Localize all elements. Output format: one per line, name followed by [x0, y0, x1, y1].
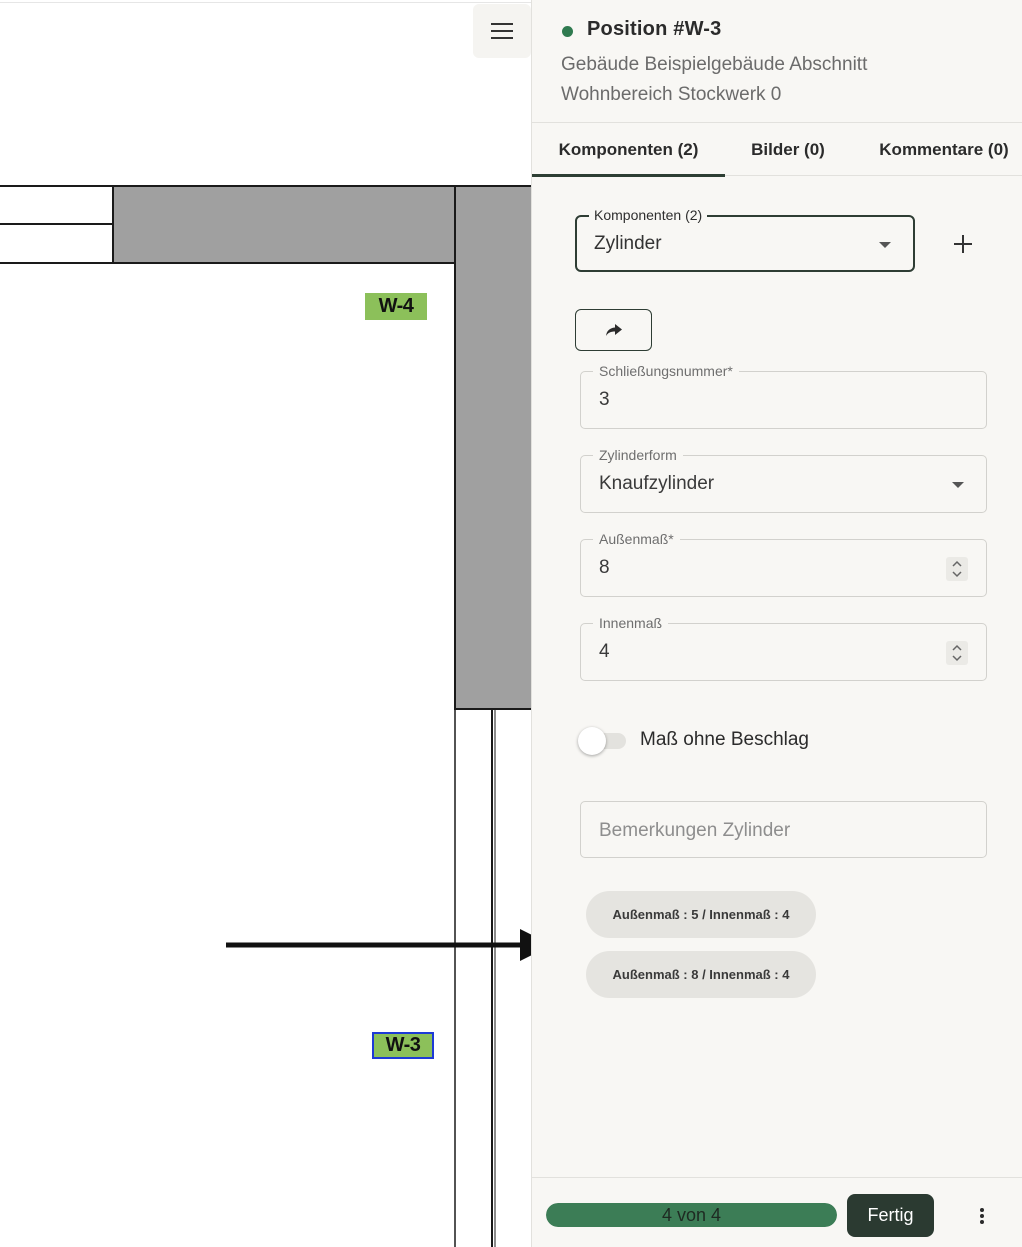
- field-value: 4: [599, 641, 610, 662]
- component-select[interactable]: Komponenten (2) Zylinder: [575, 206, 915, 272]
- progress-text: 4 von 4: [661, 1205, 722, 1225]
- plus-icon: [954, 235, 972, 253]
- tab-label: Kommentare (0): [879, 140, 1009, 159]
- active-tab-indicator: [532, 174, 725, 177]
- panel-header: Position #W-3 Gebäude Beispielgebäude Ab…: [532, 0, 1022, 123]
- mass-ohne-beschlag-row: Maß ohne Beschlag: [578, 725, 878, 757]
- field-value: Knaufzylinder: [599, 473, 715, 494]
- plan-room-outline: [0, 185, 114, 225]
- field-label: Außenmaß*: [593, 530, 680, 548]
- tab-label: Komponenten (2): [558, 140, 699, 159]
- tab-label: Bilder (0): [751, 140, 825, 159]
- number-stepper[interactable]: [946, 557, 968, 581]
- input-placeholder: Bemerkungen Zylinder: [599, 820, 791, 841]
- field-label: Schließungsnummer*: [593, 362, 739, 380]
- field-label: Innenmaß: [593, 614, 669, 632]
- field-value: 3: [599, 389, 610, 410]
- component-select-label: Komponenten (2): [589, 206, 708, 224]
- position-title: Position #W-3: [587, 18, 722, 40]
- plan-room-outline: [0, 223, 114, 264]
- floor-plan-canvas[interactable]: W-4 W-3: [0, 0, 531, 1247]
- tab-komponenten[interactable]: Komponenten (2): [532, 124, 725, 177]
- more-options-button[interactable]: [968, 1200, 996, 1232]
- tab-bilder[interactable]: Bilder (0): [738, 124, 838, 176]
- share-button[interactable]: [575, 309, 652, 351]
- hamburger-icon: [491, 23, 513, 39]
- floor-plan-drawing: [0, 185, 531, 1247]
- add-component-button[interactable]: [947, 228, 979, 260]
- field-label: Zylinderform: [593, 446, 683, 464]
- status-dot-icon: [562, 26, 573, 37]
- field-value: 8: [599, 557, 610, 578]
- bemerkungen-input[interactable]: Bemerkungen Zylinder: [580, 801, 987, 858]
- tab-bar: Komponenten (2) Bilder (0) Kommentare (0…: [532, 124, 1022, 177]
- position-location: Gebäude Beispielgebäude Abschnitt Wohnbe…: [561, 54, 868, 105]
- component-select-value: Zylinder: [594, 233, 662, 254]
- chevron-down-icon: [952, 482, 964, 488]
- share-arrow-icon: [605, 324, 622, 336]
- toggle-label: Maß ohne Beschlag: [640, 729, 809, 750]
- menu-button[interactable]: [473, 4, 531, 58]
- stepper-arrows-icon: [952, 644, 962, 662]
- more-vertical-icon: [980, 1208, 984, 1224]
- fertig-button[interactable]: Fertig: [847, 1194, 934, 1237]
- number-stepper[interactable]: [946, 641, 968, 665]
- stepper-arrows-icon: [952, 560, 962, 578]
- aussenmass-field[interactable]: Außenmaß* 8: [580, 530, 987, 597]
- pointer-arrow-head: [520, 929, 531, 961]
- toggle-knob[interactable]: [578, 727, 606, 755]
- suggestion-chip[interactable]: Außenmaß : 8 / Innenmaß : 4: [586, 951, 816, 998]
- plan-wall: [454, 185, 531, 710]
- zylinderform-select[interactable]: Zylinderform Knaufzylinder: [580, 446, 987, 513]
- room-label-w3-selected[interactable]: W-3: [372, 1032, 434, 1059]
- chevron-down-icon: [879, 242, 891, 248]
- panel-footer: 4 von 4 Fertig: [532, 1177, 1022, 1247]
- suggestion-chip[interactable]: Außenmaß : 5 / Innenmaß : 4: [586, 891, 816, 938]
- progress-bar: 4 von 4: [546, 1203, 837, 1227]
- plan-wall: [112, 185, 457, 264]
- innenmass-field[interactable]: Innenmaß 4: [580, 614, 987, 681]
- room-label-w4[interactable]: W-4: [365, 293, 427, 320]
- tab-kommentare[interactable]: Kommentare (0): [865, 124, 1022, 176]
- schliessungsnummer-field[interactable]: Schließungsnummer* 3: [580, 362, 987, 429]
- position-detail-panel: Position #W-3 Gebäude Beispielgebäude Ab…: [531, 0, 1022, 1247]
